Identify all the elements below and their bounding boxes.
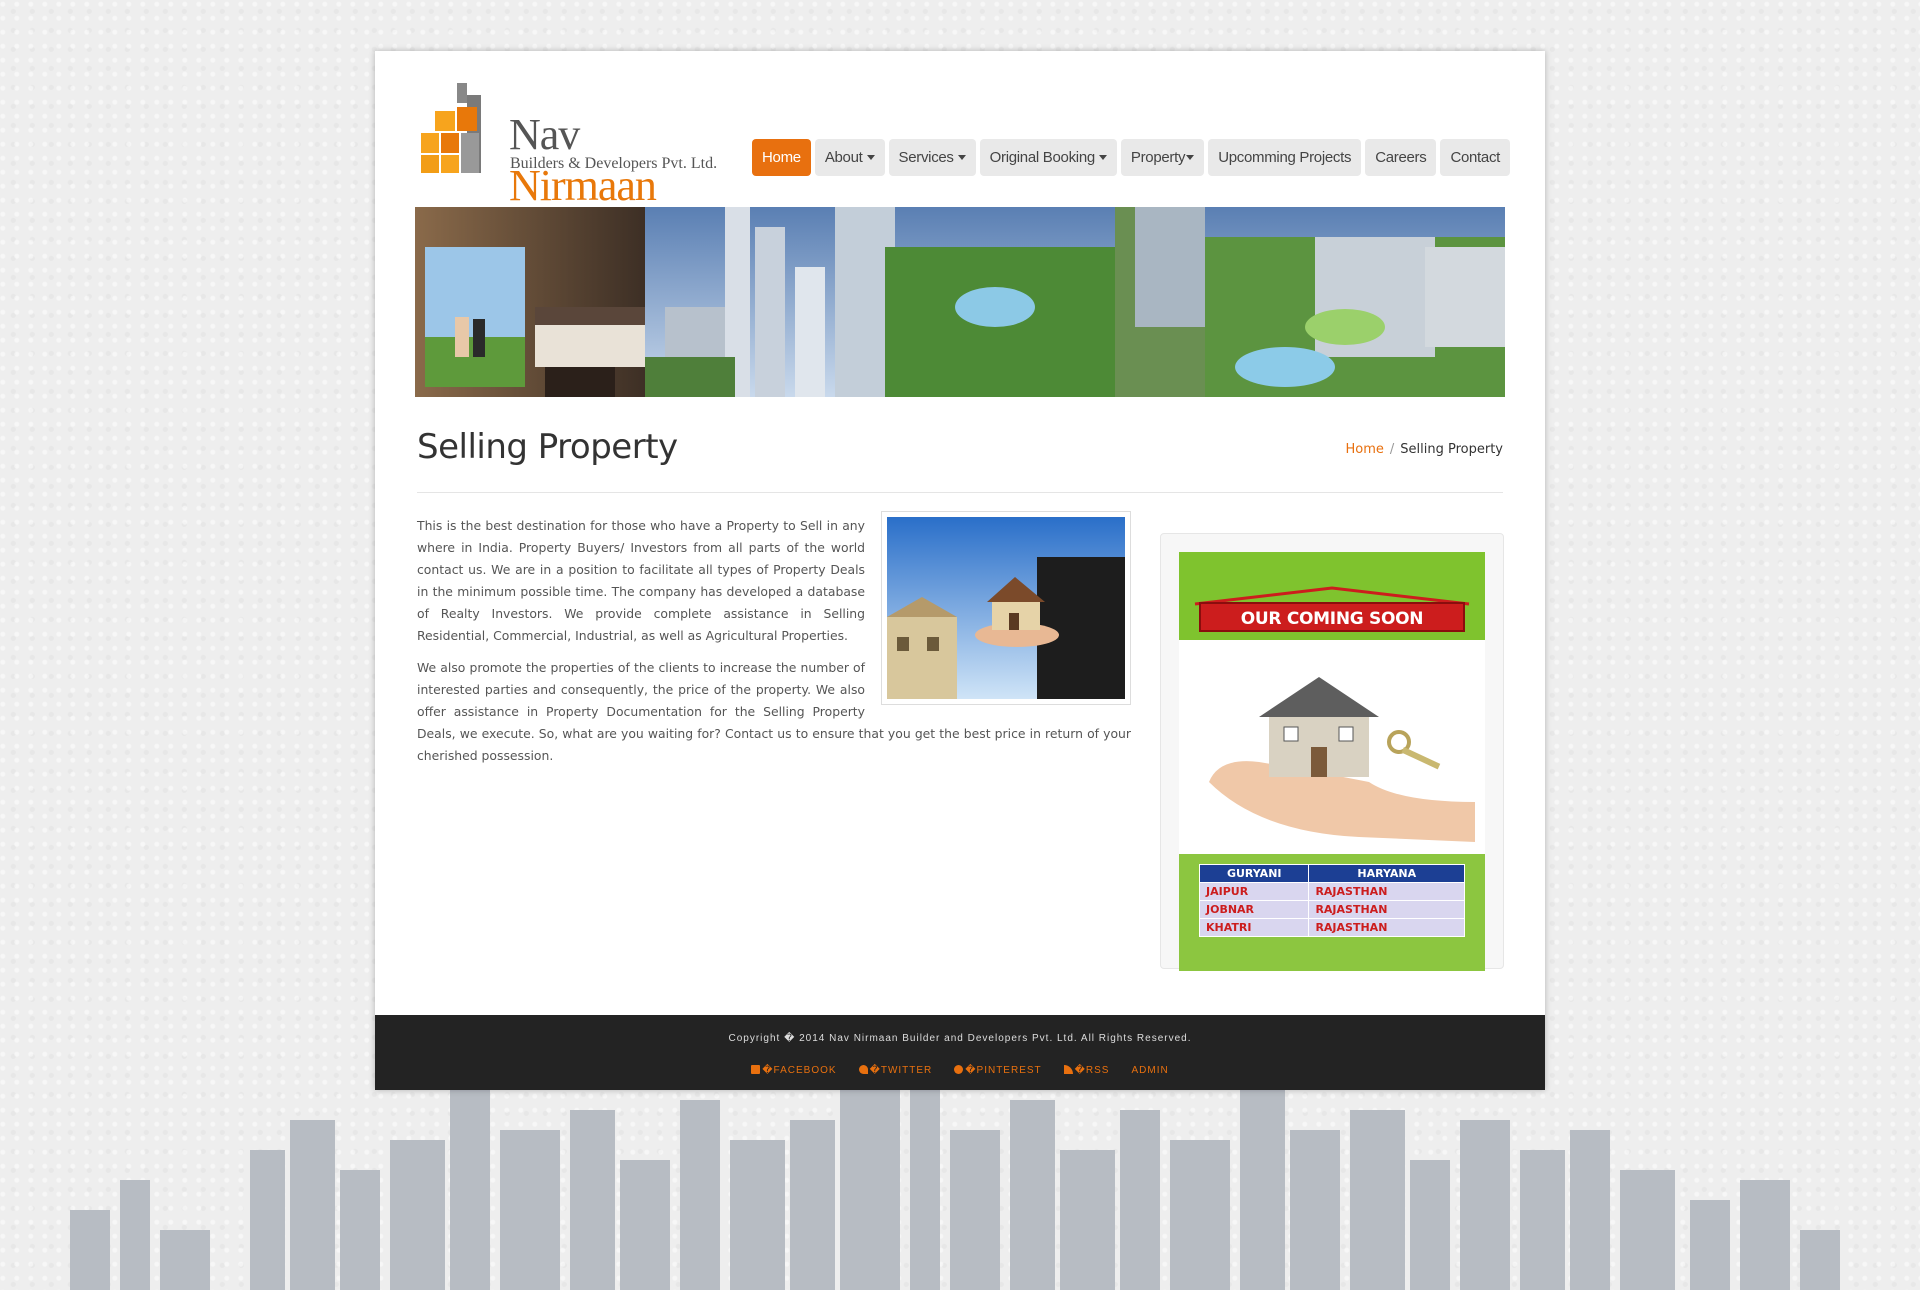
site-logo[interactable]: Nav Nirmaan Builders & Developers Pvt. L…: [419, 81, 729, 210]
logo-tagline: Builders & Developers Pvt. Ltd.: [510, 155, 718, 172]
admin-link[interactable]: ADMIN: [1131, 1065, 1168, 1076]
pinterest-icon: [954, 1065, 964, 1074]
coming-soon-projects-ad[interactable]: OUR COMING SOON PROJECTS GURYANI HARYANA: [1179, 552, 1485, 971]
title-divider: [417, 492, 1503, 493]
table-header-row: GURYANI HARYANA: [1198, 864, 1465, 883]
table-cell: JOBNAR: [1198, 900, 1310, 919]
facebook-link[interactable]: �FACEBOOK: [751, 1065, 836, 1076]
table-cell: KHATRI: [1198, 918, 1310, 937]
rss-icon: [1063, 1065, 1073, 1074]
caret-down-icon: [1098, 155, 1107, 160]
building-blocks-logo-icon: [421, 83, 481, 175]
site-footer: Copyright � 2014 Nav Nirmaan Builder and…: [375, 1015, 1545, 1090]
twitter-link[interactable]: �TWITTER: [858, 1065, 933, 1076]
caret-down-icon: [957, 155, 966, 160]
nav-item-property[interactable]: Property: [1120, 139, 1205, 176]
breadcrumb-home-link[interactable]: Home: [1346, 442, 1384, 457]
table-cell: RAJASTHAN: [1308, 882, 1465, 901]
breadcrumb-current: Selling Property: [1400, 442, 1503, 457]
page-container: Nav Nirmaan Builders & Developers Pvt. L…: [375, 51, 1545, 1090]
breadcrumb: Home / Selling Property: [1346, 442, 1504, 457]
nav-item-upcomming-projects[interactable]: Upcomming Projects: [1208, 139, 1362, 176]
copyright-text: Copyright � 2014 Nav Nirmaan Builder and…: [728, 1033, 1192, 1044]
table-row: JAIPUR RAJASTHAN: [1198, 882, 1465, 901]
page-title: Selling Property: [417, 427, 678, 467]
nav-item-about[interactable]: About: [814, 139, 885, 176]
breadcrumb-separator: /: [1389, 442, 1395, 457]
caret-down-icon: [1186, 155, 1195, 160]
table-cell: RAJASTHAN: [1308, 900, 1465, 919]
caret-down-icon: [866, 155, 875, 160]
facebook-icon: [751, 1065, 761, 1074]
nav-item-contact[interactable]: Contact: [1440, 139, 1511, 176]
house-in-hand-image: [881, 511, 1131, 705]
ad-location-table: GURYANI HARYANA JAIPUR RAJASTHAN JOBNAR …: [1198, 864, 1465, 937]
table-cell: RAJASTHAN: [1308, 918, 1465, 937]
main-navigation: Home About Services Original Booking Pro…: [752, 139, 1511, 176]
table-row: KHATRI RAJASTHAN: [1198, 918, 1465, 937]
ad-headline: OUR COMING SOON PROJECTS: [1199, 602, 1465, 659]
social-links: �FACEBOOK �TWITTER �PINTEREST �RSS ADMIN: [375, 1065, 1545, 1076]
nav-item-original-booking[interactable]: Original Booking: [979, 139, 1117, 176]
nav-item-careers[interactable]: Careers: [1365, 139, 1437, 176]
nav-item-services[interactable]: Services: [888, 139, 976, 176]
table-header-cell: GURYANI: [1198, 864, 1310, 883]
rss-link[interactable]: �RSS: [1063, 1065, 1110, 1076]
twitter-icon: [858, 1065, 868, 1074]
sidebar-ad-widget: OUR COMING SOON PROJECTS GURYANI HARYANA: [1160, 533, 1504, 971]
table-cell: JAIPUR: [1198, 882, 1310, 901]
pinterest-link[interactable]: �PINTEREST: [954, 1065, 1041, 1076]
table-header-cell: HARYANA: [1308, 864, 1465, 883]
house-keys-in-hand-icon: [1209, 677, 1475, 842]
main-content: This is the best destination for those w…: [417, 511, 1131, 777]
table-row: JOBNAR RAJASTHAN: [1198, 900, 1465, 919]
nav-item-home[interactable]: Home: [752, 139, 811, 176]
hero-banner-image: [415, 207, 1505, 397]
